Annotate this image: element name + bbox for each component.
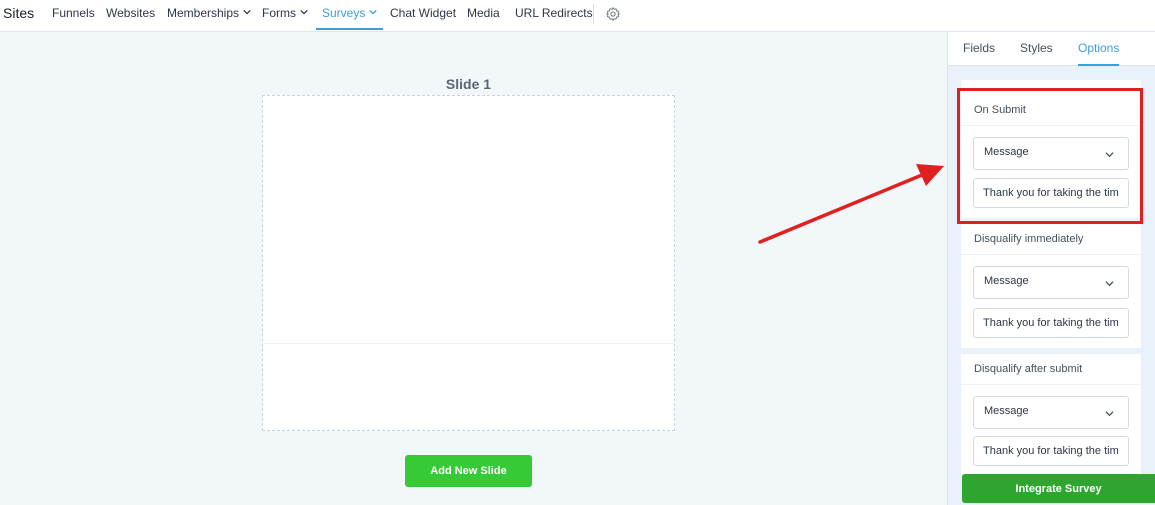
add-new-slide-button[interactable]: Add New Slide xyxy=(405,455,532,487)
nav-url-redirects[interactable]: URL Redirects xyxy=(515,0,593,30)
nav-websites[interactable]: Websites xyxy=(106,0,155,30)
integrate-survey-button[interactable]: Integrate Survey xyxy=(962,474,1155,503)
tab-options[interactable]: Options xyxy=(1078,32,1120,66)
disqualify-after-submit-label: Disqualify after submit xyxy=(974,363,1083,375)
card-divider xyxy=(961,384,1141,385)
nav-divider xyxy=(593,4,594,24)
nav-surveys[interactable]: Surveys xyxy=(316,0,384,30)
disqualify-after-submit-select[interactable]: Message xyxy=(973,396,1129,429)
brand-title: Sites xyxy=(3,5,35,21)
slide-canvas[interactable] xyxy=(262,95,675,431)
disqualify-after-submit-card: Disqualify after submit Message xyxy=(961,354,1141,474)
slide-title: Slide 1 xyxy=(445,76,492,92)
tab-fields[interactable]: Fields xyxy=(963,32,995,66)
slide-divider xyxy=(263,343,674,344)
card-divider xyxy=(961,254,1141,255)
nav-memberships-label: Memberships xyxy=(167,6,240,20)
nav-surveys-label: Surveys xyxy=(322,6,366,20)
disqualify-immediately-select-value: Message xyxy=(984,275,1029,287)
nav-forms-label: Forms xyxy=(262,6,296,20)
nav-media[interactable]: Media xyxy=(467,0,500,30)
disqualify-immediately-select[interactable]: Message xyxy=(973,266,1129,299)
chevron-down-icon xyxy=(243,9,251,15)
annotation-highlight-box xyxy=(957,88,1143,224)
gear-icon[interactable] xyxy=(605,6,621,22)
chevron-down-icon xyxy=(369,9,378,15)
nav-memberships[interactable]: Memberships xyxy=(167,0,251,30)
disqualify-immediately-label: Disqualify immediately xyxy=(974,233,1084,245)
disqualify-after-submit-select-value: Message xyxy=(984,405,1029,417)
panel-tabs: Fields Styles Options xyxy=(948,32,1155,66)
chevron-down-icon xyxy=(1105,281,1114,287)
chevron-down-icon xyxy=(300,9,308,15)
nav-forms[interactable]: Forms xyxy=(262,0,308,30)
disqualify-after-submit-message-input[interactable] xyxy=(973,436,1129,466)
nav-funnels[interactable]: Funnels xyxy=(52,0,95,30)
disqualify-immediately-message-input[interactable] xyxy=(973,308,1129,338)
chevron-down-icon xyxy=(1105,411,1114,417)
top-nav: Sites Funnels Websites Memberships Forms… xyxy=(0,0,1155,32)
tab-styles[interactable]: Styles xyxy=(1020,32,1053,66)
nav-chat-widget[interactable]: Chat Widget xyxy=(390,0,456,30)
disqualify-immediately-card: Disqualify immediately Message xyxy=(961,224,1141,348)
